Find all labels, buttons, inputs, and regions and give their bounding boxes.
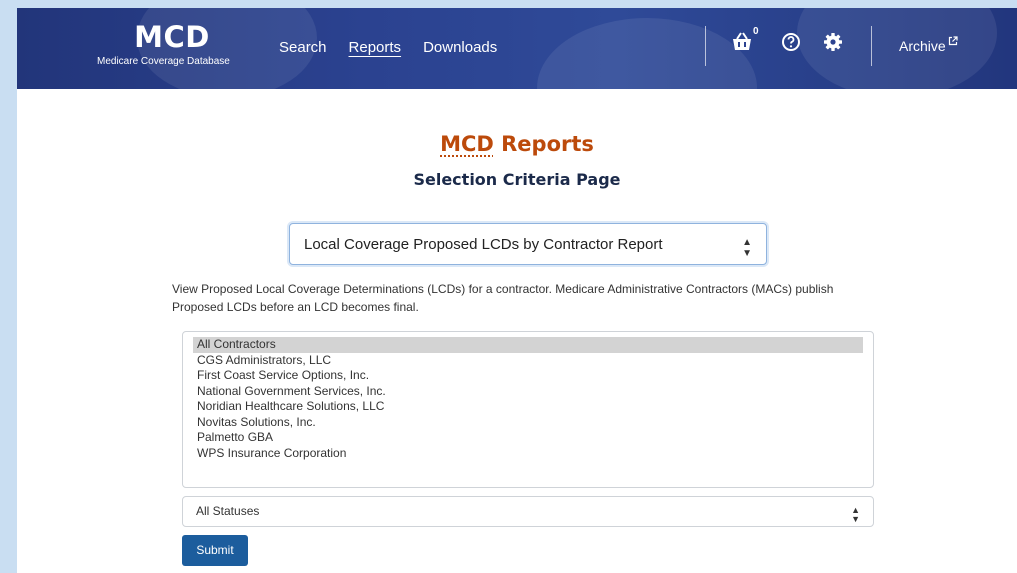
header-divider [871,26,872,66]
archive-link[interactable]: Archive [899,36,958,54]
gear-icon [824,33,842,51]
contractor-option[interactable]: Palmetto GBA [193,430,863,446]
nav-search[interactable]: Search [279,38,327,58]
select-arrows-icon: ▲ ▼ [851,505,860,524]
contractor-option[interactable]: All Contractors [193,337,863,353]
mcd-logo[interactable]: MCD Medicare Coverage Database [97,22,247,69]
help-icon [782,33,800,51]
contractor-option[interactable]: WPS Insurance Corporation [193,446,863,462]
nav-downloads[interactable]: Downloads [423,38,497,58]
report-type-value: Local Coverage Proposed LCDs by Contract… [304,235,663,253]
main-nav: Search Reports Downloads [279,38,519,58]
contractor-option[interactable]: Noridian Healthcare Solutions, LLC [193,399,863,415]
report-description: View Proposed Local Coverage Determinati… [172,282,834,314]
submit-button[interactable]: Submit [182,535,248,566]
settings-button[interactable] [823,32,843,57]
title-abbreviation: MCD [440,132,494,156]
report-type-select[interactable]: Local Coverage Proposed LCDs by Contract… [289,223,767,265]
logo-mark: MCD [134,20,210,54]
contractor-option[interactable]: National Government Services, Inc. [193,384,863,400]
page-title: MCD Reports [17,132,1017,156]
contractor-listbox[interactable]: All Contractors CGS Administrators, LLC … [182,331,874,488]
basket-icon [733,32,751,50]
help-button[interactable] [781,32,801,57]
archive-label: Archive [899,38,946,54]
contractor-option[interactable]: CGS Administrators, LLC [193,353,863,369]
status-value: All Statuses [196,504,260,518]
nav-reports[interactable]: Reports [349,38,402,58]
logo-subtitle: Medicare Coverage Database [97,56,230,67]
select-arrows-icon: ▲ ▼ [742,237,752,259]
contractor-option[interactable]: Novitas Solutions, Inc. [193,415,863,431]
header-divider [705,26,706,66]
site-header: MCD Medicare Coverage Database Search Re… [17,8,1017,89]
header-texture [537,18,757,89]
external-link-icon [948,36,958,46]
page-subtitle: Selection Criteria Page [413,170,621,189]
basket-button[interactable]: 0 [731,26,759,57]
status-select[interactable]: All Statuses ▲ ▼ [182,496,874,527]
title-text: Reports [493,132,594,156]
contractor-option[interactable]: First Coast Service Options, Inc. [193,368,863,384]
cart-count-badge: 0 [753,26,759,37]
page-frame: MCD Medicare Coverage Database Search Re… [17,8,1017,573]
